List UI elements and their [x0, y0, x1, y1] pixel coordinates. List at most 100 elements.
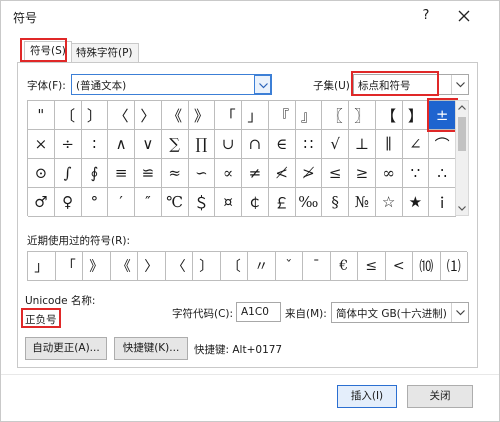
- symbol-cell[interactable]: 〖: [322, 101, 349, 130]
- symbol-cell[interactable]: ": [28, 101, 55, 130]
- scroll-thumb[interactable]: [458, 117, 466, 151]
- recent-symbol-cell[interactable]: 〈: [165, 252, 193, 281]
- symbol-cell[interactable]: 〕: [81, 101, 109, 130]
- symbol-cell[interactable]: ♂: [28, 188, 55, 217]
- symbol-cell[interactable]: ★: [402, 188, 430, 217]
- recent-symbol-cell[interactable]: ⑴: [440, 252, 468, 281]
- recent-symbol-cell[interactable]: 〔: [220, 252, 248, 281]
- help-button[interactable]: ?: [415, 5, 437, 27]
- symbol-cell[interactable]: ⊙: [28, 159, 55, 188]
- symbol-cell[interactable]: ¤: [215, 188, 242, 217]
- symbol-cell[interactable]: ∷: [295, 130, 323, 159]
- recent-symbol-cell[interactable]: 〃: [248, 252, 276, 281]
- symbol-cell[interactable]: ″: [135, 188, 162, 217]
- symbol-cell[interactable]: ＄: [188, 188, 216, 217]
- symbol-cell[interactable]: ≌: [135, 159, 162, 188]
- symbol-cell[interactable]: √: [322, 130, 349, 159]
- shortcut-key-button[interactable]: 快捷键(K)...: [114, 337, 188, 360]
- recent-symbol-cell[interactable]: 《: [110, 252, 138, 281]
- symbol-cell[interactable]: ℃: [161, 188, 189, 217]
- symbol-cell[interactable]: ∫: [54, 159, 82, 188]
- symbol-cell[interactable]: ∑: [161, 130, 189, 159]
- symbol-cell[interactable]: 〔: [54, 101, 82, 130]
- symbol-cell[interactable]: 』: [295, 101, 323, 130]
- symbol-cell[interactable]: ∽: [188, 159, 216, 188]
- recent-symbol-cell[interactable]: 「: [55, 252, 83, 281]
- symbol-cell[interactable]: ∴: [429, 159, 456, 188]
- symbol-cell[interactable]: ≮: [268, 159, 296, 188]
- recent-symbol-cell[interactable]: ˉ: [303, 252, 331, 281]
- symbol-cell[interactable]: ∮: [81, 159, 109, 188]
- chevron-down-icon[interactable]: [254, 75, 271, 94]
- symbol-cell[interactable]: ｉ: [429, 188, 456, 217]
- symbol-cell[interactable]: ∏: [188, 130, 216, 159]
- recent-symbol-cell[interactable]: ˇ: [275, 252, 303, 281]
- symbol-cell[interactable]: ′: [108, 188, 135, 217]
- symbol-cell[interactable]: 》: [188, 101, 216, 130]
- symbol-cell[interactable]: №: [349, 188, 376, 217]
- symbol-cell[interactable]: ∶: [81, 130, 109, 159]
- chevron-down-icon[interactable]: [451, 303, 468, 322]
- recent-symbol-cell[interactable]: <: [385, 252, 413, 281]
- symbol-cell[interactable]: ∝: [215, 159, 242, 188]
- insert-button[interactable]: 插入(I): [337, 385, 397, 408]
- tab-special-characters[interactable]: 特殊字符(P): [70, 43, 139, 63]
- symbol-cell[interactable]: ∵: [402, 159, 430, 188]
- symbol-cell[interactable]: 【: [375, 101, 403, 130]
- symbol-cell[interactable]: ∩: [242, 130, 269, 159]
- symbol-cell[interactable]: §: [322, 188, 349, 217]
- symbol-cell[interactable]: ‰: [295, 188, 323, 217]
- symbol-cell[interactable]: ≈: [161, 159, 189, 188]
- symbol-cell[interactable]: ♀: [54, 188, 82, 217]
- recent-symbol-cell[interactable]: 》: [83, 252, 111, 281]
- symbol-cell[interactable]: ⌒: [429, 130, 456, 159]
- symbol-cell[interactable]: ￠: [242, 188, 269, 217]
- recent-symbol-cell[interactable]: €: [330, 252, 358, 281]
- symbol-cell[interactable]: ≡: [108, 159, 135, 188]
- symbol-cell[interactable]: ≤: [322, 159, 349, 188]
- symbol-cell[interactable]: ⊥: [349, 130, 376, 159]
- tab-symbols[interactable]: 符号(S): [24, 41, 72, 63]
- symbol-cell[interactable]: 〗: [349, 101, 376, 130]
- symbol-cell[interactable]: ≠: [242, 159, 269, 188]
- symbol-cell[interactable]: 】: [402, 101, 430, 130]
- symbol-cell[interactable]: 『: [268, 101, 296, 130]
- symbol-cell[interactable]: ☆: [375, 188, 403, 217]
- symbol-cell[interactable]: ∨: [135, 130, 162, 159]
- char-code-value: A1C0: [241, 306, 269, 318]
- symbol-cell[interactable]: 〉: [135, 101, 162, 130]
- subset-select[interactable]: 标点和符号: [353, 74, 469, 95]
- scroll-down-icon[interactable]: [456, 202, 468, 215]
- symbol-cell[interactable]: ≥: [349, 159, 376, 188]
- autocorrect-button[interactable]: 自动更正(A)...: [25, 337, 107, 360]
- symbol-cell[interactable]: 《: [161, 101, 189, 130]
- symbol-cell[interactable]: ≯: [295, 159, 323, 188]
- symbol-cell[interactable]: ×: [28, 130, 55, 159]
- scroll-up-icon[interactable]: [456, 101, 468, 114]
- symbol-cell[interactable]: ∠: [402, 130, 430, 159]
- symbol-cell[interactable]: ∪: [215, 130, 242, 159]
- recent-symbol-cell[interactable]: 〉: [138, 252, 166, 281]
- recent-symbol-cell[interactable]: ⑽: [413, 252, 441, 281]
- symbol-cell[interactable]: ±: [429, 101, 456, 130]
- recent-symbol-cell[interactable]: ≤: [358, 252, 386, 281]
- recent-symbol-cell[interactable]: 〕: [193, 252, 221, 281]
- symbol-cell[interactable]: ∈: [268, 130, 296, 159]
- char-code-input[interactable]: A1C0: [236, 302, 281, 322]
- recent-symbol-cell[interactable]: 」: [28, 252, 56, 281]
- symbol-cell[interactable]: 〈: [108, 101, 135, 130]
- chevron-down-icon[interactable]: [451, 75, 468, 94]
- symbol-cell[interactable]: 」: [242, 101, 269, 130]
- close-icon[interactable]: [451, 5, 477, 27]
- close-button[interactable]: 关闭: [407, 385, 473, 408]
- grid-scrollbar[interactable]: [455, 100, 469, 216]
- symbol-cell[interactable]: ￡: [268, 188, 296, 217]
- symbol-cell[interactable]: ∞: [375, 159, 403, 188]
- symbol-cell[interactable]: ∥: [375, 130, 403, 159]
- symbol-cell[interactable]: °: [81, 188, 109, 217]
- font-select[interactable]: (普通文本): [71, 74, 272, 95]
- symbol-cell[interactable]: 「: [215, 101, 242, 130]
- symbol-cell[interactable]: ÷: [54, 130, 82, 159]
- from-select[interactable]: 简体中文 GB(十六进制): [331, 302, 469, 323]
- symbol-cell[interactable]: ∧: [108, 130, 135, 159]
